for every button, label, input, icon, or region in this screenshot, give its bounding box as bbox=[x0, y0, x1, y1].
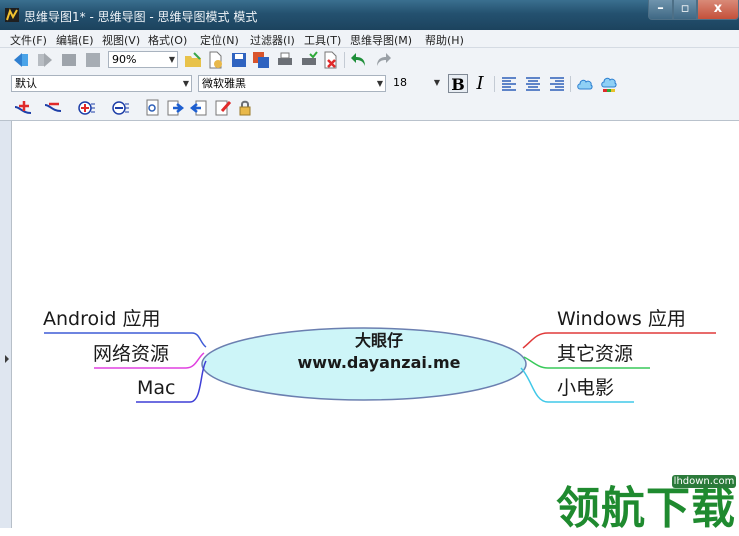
zoom-value: 90% bbox=[112, 53, 137, 66]
node-windows[interactable]: Windows 应用 bbox=[557, 308, 686, 330]
nav-forward-icon[interactable] bbox=[36, 51, 54, 69]
node-toolbar bbox=[0, 96, 739, 121]
font-value: 微软雅黑 bbox=[202, 77, 246, 90]
menu-edit[interactable]: 编辑(E) bbox=[56, 32, 94, 48]
menu-file[interactable]: 文件(F) bbox=[10, 32, 47, 48]
main-toolbar: 90% ▼ bbox=[0, 48, 739, 72]
collapse-node-icon[interactable] bbox=[112, 99, 130, 117]
style-select[interactable]: 默认 ▼ bbox=[11, 75, 192, 92]
remove-node-icon[interactable] bbox=[44, 99, 62, 117]
menu-help[interactable]: 帮助(H) bbox=[425, 32, 464, 48]
zoom-select[interactable]: 90% ▼ bbox=[108, 51, 178, 68]
toolbar-separator bbox=[344, 52, 345, 68]
window-title: 思维导图1* - 思维导图 - 思维导图模式 模式 bbox=[24, 10, 258, 24]
style-value: 默认 bbox=[15, 77, 37, 90]
lock-icon[interactable] bbox=[236, 99, 254, 117]
go-next-icon[interactable] bbox=[166, 99, 184, 117]
open-folder-icon[interactable] bbox=[184, 51, 202, 69]
edit-note-icon[interactable] bbox=[214, 99, 232, 117]
mindmap-canvas[interactable]: 大眼仔 www.dayanzai.me Android 应用 网络资源 Mac … bbox=[11, 121, 739, 528]
redo-icon[interactable] bbox=[374, 51, 392, 69]
toolbar-separator bbox=[570, 76, 571, 92]
central-node-title[interactable]: 大眼仔 bbox=[217, 327, 541, 351]
cloud-color-icon[interactable] bbox=[600, 75, 618, 93]
node-mac[interactable]: Mac bbox=[137, 377, 175, 399]
cloud-icon[interactable] bbox=[576, 75, 594, 93]
go-previous-icon[interactable] bbox=[190, 99, 208, 117]
menu-locate[interactable]: 定位(N) bbox=[200, 32, 239, 48]
menu-format[interactable]: 格式(O) bbox=[148, 32, 187, 48]
save-all-icon[interactable] bbox=[252, 51, 270, 69]
watermark-url: lhdown.com bbox=[672, 475, 736, 488]
align-left-icon[interactable] bbox=[500, 75, 518, 93]
minimize-button[interactable]: – bbox=[648, 0, 673, 20]
node-movies[interactable]: 小电影 bbox=[557, 377, 614, 399]
title-bar[interactable]: 思维导图1* - 思维导图 - 思维导图模式 模式 – ▫ x bbox=[0, 0, 739, 30]
save-icon[interactable] bbox=[230, 51, 248, 69]
align-right-icon[interactable] bbox=[548, 75, 566, 93]
nav-back-icon[interactable] bbox=[12, 51, 30, 69]
app-icon bbox=[5, 8, 19, 22]
close-document-icon[interactable] bbox=[322, 51, 340, 69]
new-document-icon[interactable] bbox=[206, 51, 224, 69]
chevron-down-icon: ▼ bbox=[433, 78, 440, 87]
fullscreen-icon[interactable] bbox=[84, 51, 102, 69]
print-preview-icon[interactable] bbox=[300, 51, 318, 69]
font-select[interactable]: 微软雅黑 ▼ bbox=[198, 75, 386, 92]
add-node-icon[interactable] bbox=[14, 99, 32, 117]
undo-icon[interactable] bbox=[350, 51, 368, 69]
print-icon[interactable] bbox=[276, 51, 294, 69]
menu-view[interactable]: 视图(V) bbox=[102, 32, 140, 48]
menu-bar: 文件(F) 编辑(E) 视图(V) 格式(O) 定位(N) 过滤器(I) 工具(… bbox=[0, 30, 739, 48]
find-icon[interactable] bbox=[144, 99, 162, 117]
central-node-url[interactable]: www.dayanzai.me bbox=[217, 353, 541, 372]
bold-button[interactable]: B bbox=[448, 74, 468, 94]
menu-tools[interactable]: 工具(T) bbox=[304, 32, 341, 48]
font-size-value: 18 bbox=[393, 76, 407, 89]
chevron-down-icon: ▼ bbox=[182, 79, 189, 88]
presentation-icon[interactable] bbox=[60, 51, 78, 69]
menu-mindmap[interactable]: 思维导图(M) bbox=[350, 32, 412, 48]
toolbar-separator bbox=[494, 76, 495, 92]
italic-button[interactable]: I bbox=[472, 74, 488, 93]
node-other-resources[interactable]: 其它资源 bbox=[557, 343, 633, 365]
chevron-down-icon: ▼ bbox=[376, 79, 383, 88]
collapse-handle-icon[interactable] bbox=[5, 355, 9, 363]
menu-filter[interactable]: 过滤器(I) bbox=[250, 32, 295, 48]
node-web-resources[interactable]: 网络资源 bbox=[93, 343, 169, 365]
align-center-icon[interactable] bbox=[524, 75, 542, 93]
expand-node-icon[interactable] bbox=[78, 99, 96, 117]
app-window: 思维导图1* - 思维导图 - 思维导图模式 模式 – ▫ x 文件(F) 编辑… bbox=[0, 0, 739, 534]
node-android[interactable]: Android 应用 bbox=[43, 308, 161, 330]
format-toolbar: 默认 ▼ 微软雅黑 ▼ 18 ▼ B I bbox=[0, 72, 739, 96]
chevron-down-icon: ▼ bbox=[168, 55, 175, 64]
font-size-select[interactable]: 18 ▼ bbox=[390, 75, 442, 92]
maximize-button[interactable]: ▫ bbox=[673, 0, 697, 20]
close-button[interactable]: x bbox=[697, 0, 739, 20]
